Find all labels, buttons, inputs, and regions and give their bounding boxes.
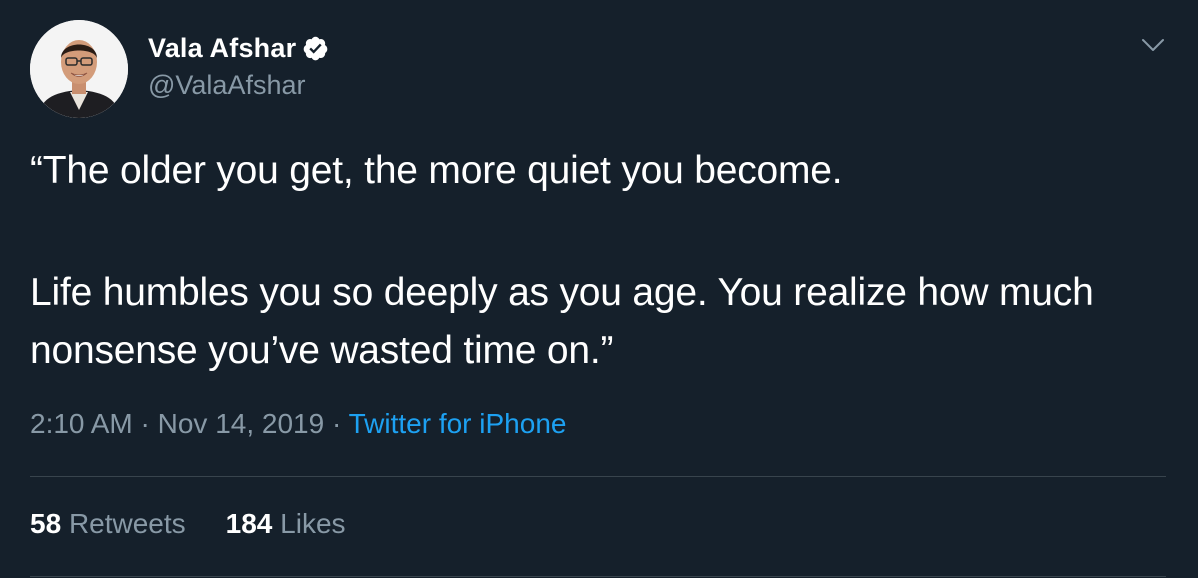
tweet-paragraph: Life humbles you so deeply as you age. Y… <box>30 271 1094 372</box>
divider <box>30 476 1166 477</box>
tweet-text: “The older you get, the more quiet you b… <box>30 142 1170 380</box>
tweet-stats: 58 Retweets 184 Likes <box>30 508 346 540</box>
tweet-paragraph: “The older you get, the more quiet you b… <box>30 149 843 192</box>
meta-separator: · <box>140 408 150 439</box>
chevron-down-icon[interactable] <box>1138 30 1168 60</box>
tweet-source-link[interactable]: Twitter for iPhone <box>349 408 567 439</box>
tweet-date[interactable]: Nov 14, 2019 <box>158 408 325 439</box>
author-name-row: Vala Afshar <box>148 30 329 66</box>
author-handle[interactable]: @ValaAfshar <box>148 70 305 101</box>
divider <box>30 576 1166 577</box>
verified-badge-icon <box>302 35 329 62</box>
retweets-stat[interactable]: 58 Retweets <box>30 508 186 540</box>
retweets-label: Retweets <box>68 508 186 539</box>
likes-label: Likes <box>280 508 346 539</box>
tweet-meta: 2:10 AM · Nov 14, 2019 · Twitter for iPh… <box>30 408 566 440</box>
tweet-time[interactable]: 2:10 AM <box>30 408 133 439</box>
retweets-count: 58 <box>30 508 62 539</box>
likes-stat[interactable]: 184 Likes <box>226 508 346 540</box>
tweet-card: Vala Afshar @ValaAfshar “The older you g… <box>0 0 1198 578</box>
author-display-name[interactable]: Vala Afshar <box>148 33 296 64</box>
avatar[interactable] <box>30 20 128 118</box>
avatar-photo <box>30 20 128 118</box>
likes-count: 184 <box>225 508 273 539</box>
meta-separator: · <box>331 408 342 439</box>
